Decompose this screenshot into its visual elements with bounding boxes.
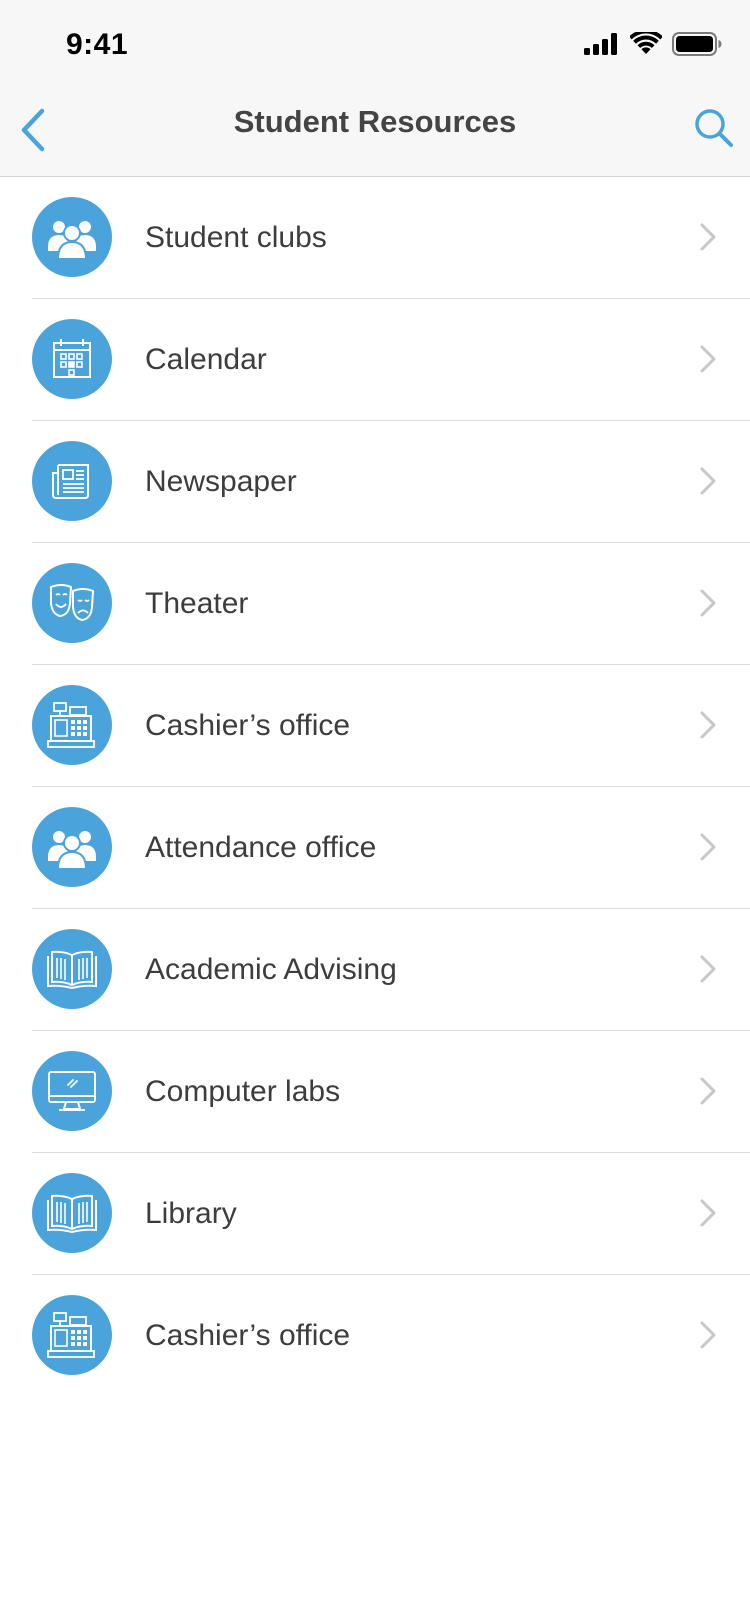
list-item-newspaper[interactable]: Newspaper: [0, 421, 750, 543]
chevron-right-icon: [700, 833, 716, 861]
list-item-label: Computer labs: [145, 1075, 341, 1108]
chevron-right-icon: [700, 711, 716, 739]
chevron-right-icon: [700, 1321, 716, 1349]
list-item-cashiers-office[interactable]: Cashier’s office: [0, 1275, 750, 1397]
cash-register-icon: [32, 1295, 112, 1375]
list-item-academic-advising[interactable]: Academic Advising: [0, 909, 750, 1031]
open-book-icon: [32, 929, 112, 1009]
chevron-right-icon: [700, 1077, 716, 1105]
navigation-bar: Student Resources: [0, 88, 750, 177]
wifi-icon: [630, 32, 662, 54]
page-title: Student Resources: [233, 104, 517, 139]
people-icon: [32, 197, 112, 277]
screen: 9:41 Student Resources Student clubs Cal…: [0, 0, 750, 1624]
chevron-right-icon: [700, 955, 716, 983]
search-icon: [695, 109, 733, 147]
search-button[interactable]: [690, 104, 738, 152]
chevron-right-icon: [700, 223, 716, 251]
status-bar: 9:41: [0, 0, 750, 88]
list-item-label: Cashier’s office: [145, 709, 351, 742]
list-item-label: Cashier’s office: [145, 1319, 351, 1352]
list-item-student-clubs[interactable]: Student clubs: [0, 177, 750, 299]
newspaper-icon: [32, 441, 112, 521]
calendar-icon: [32, 319, 112, 399]
list-item-label: Attendance office: [145, 831, 377, 864]
list-item-label: Library: [145, 1197, 237, 1230]
theater-masks-icon: [32, 563, 112, 643]
people-icon: [32, 807, 112, 887]
status-time: 9:41: [66, 28, 129, 61]
list-item-calendar[interactable]: Calendar: [0, 299, 750, 421]
cash-register-icon: [32, 685, 112, 765]
list-item-label: Academic Advising: [145, 953, 397, 986]
resource-list: Student clubs Calendar Newspaper Theater…: [0, 177, 750, 1397]
list-item-label: Calendar: [145, 343, 267, 376]
list-item-theater[interactable]: Theater: [0, 543, 750, 665]
list-item-label: Student clubs: [145, 221, 327, 254]
chevron-right-icon: [700, 345, 716, 373]
chevron-right-icon: [700, 467, 716, 495]
battery-icon: [672, 32, 722, 56]
list-item-label: Newspaper: [145, 465, 297, 498]
list-item-label: Theater: [145, 587, 249, 620]
signal-icon: [584, 33, 617, 55]
chevron-right-icon: [700, 589, 716, 617]
status-icons: [584, 32, 722, 56]
list-item-library[interactable]: Library: [0, 1153, 750, 1275]
monitor-icon: [32, 1051, 112, 1131]
list-item-attendance-office[interactable]: Attendance office: [0, 787, 750, 909]
list-item-computer-labs[interactable]: Computer labs: [0, 1031, 750, 1153]
chevron-right-icon: [700, 1199, 716, 1227]
list-item-cashiers-office[interactable]: Cashier’s office: [0, 665, 750, 787]
open-book-icon: [32, 1173, 112, 1253]
